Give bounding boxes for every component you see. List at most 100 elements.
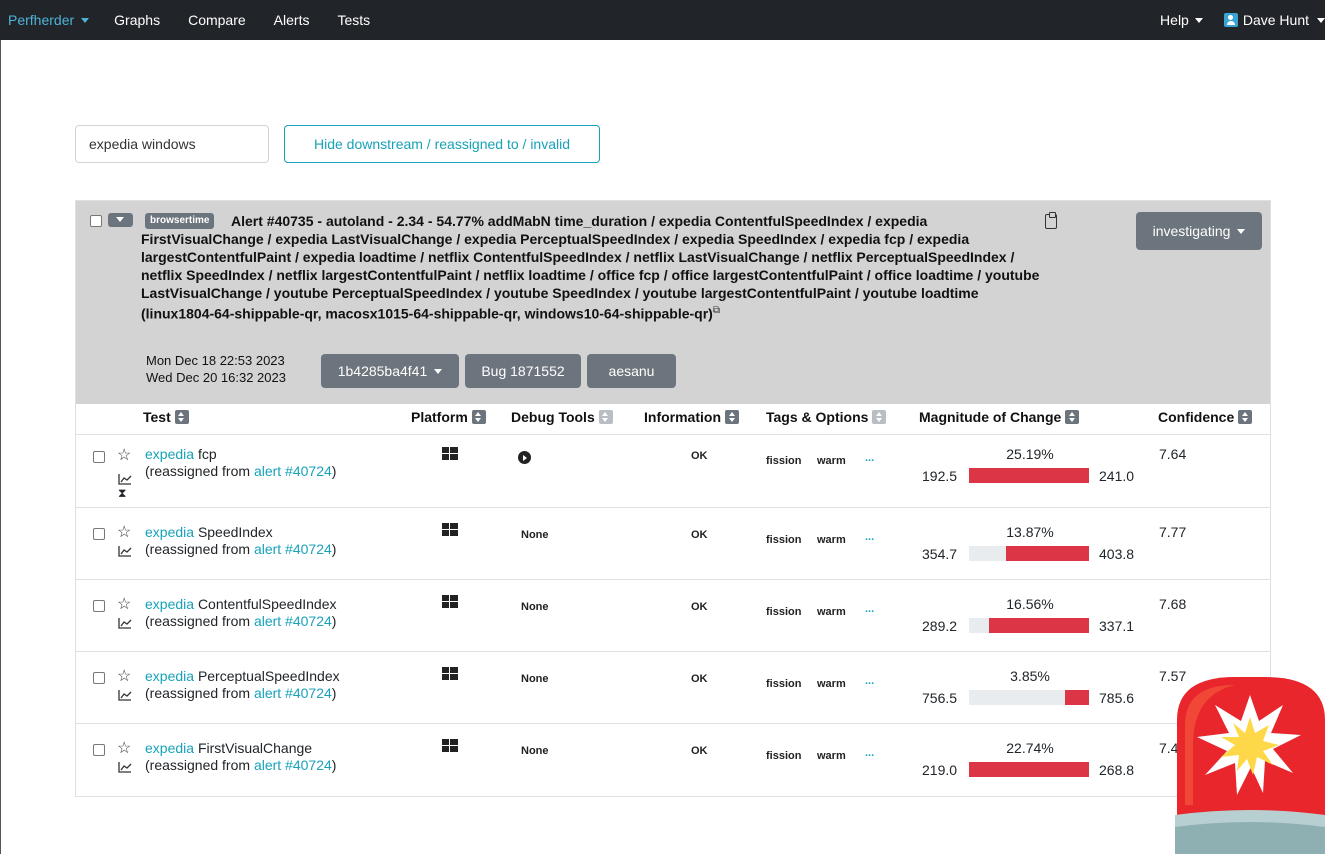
suite-link[interactable]: expedia bbox=[145, 446, 194, 462]
revision-dropdown[interactable]: 1b4285ba4f41 bbox=[321, 354, 459, 388]
test-name[interactable]: expedia SpeedIndex bbox=[145, 524, 273, 540]
reassigned-suffix: ) bbox=[331, 541, 337, 557]
nav-alerts[interactable]: Alerts bbox=[274, 12, 310, 28]
bug-button[interactable]: Bug 1871552 bbox=[465, 354, 581, 388]
nav-graphs[interactable]: Graphs bbox=[114, 12, 160, 28]
column-header-information-label: Information bbox=[644, 409, 721, 425]
more-tags-link[interactable]: ... bbox=[865, 452, 874, 464]
reassigned-alert-link[interactable]: alert #40724 bbox=[254, 613, 332, 629]
row-checkbox[interactable] bbox=[93, 528, 105, 540]
assignee-button[interactable]: aesanu bbox=[587, 354, 676, 388]
graph-icon[interactable] bbox=[118, 545, 132, 557]
graph-icon[interactable] bbox=[118, 473, 132, 485]
more-tags-link[interactable]: ... bbox=[865, 675, 874, 687]
column-header-information[interactable]: Information bbox=[644, 409, 739, 425]
chevron-down-icon bbox=[116, 217, 124, 222]
hide-downstream-button[interactable]: Hide downstream / reassigned to / invali… bbox=[284, 125, 600, 163]
reassigned-alert-link[interactable]: alert #40724 bbox=[254, 685, 332, 701]
more-tags-link[interactable]: ... bbox=[865, 531, 874, 543]
row-checkbox[interactable] bbox=[93, 672, 105, 684]
play-icon[interactable] bbox=[518, 451, 531, 464]
user-menu[interactable]: Dave Hunt bbox=[1223, 12, 1325, 28]
previous-value: 192.5 bbox=[922, 468, 958, 484]
alert-expand-toggle[interactable] bbox=[108, 213, 133, 227]
search-input[interactable] bbox=[75, 125, 269, 163]
test-name[interactable]: expedia ContentfulSpeedIndex bbox=[145, 596, 337, 612]
graph-icon[interactable] bbox=[118, 617, 132, 629]
nav-tests[interactable]: Tests bbox=[337, 12, 370, 28]
star-icon[interactable]: ☆ bbox=[117, 448, 131, 464]
brand-menu[interactable]: Perfherder bbox=[8, 12, 90, 28]
column-header-tags[interactable]: Tags & Options bbox=[766, 409, 887, 425]
clipboard-icon[interactable] bbox=[1045, 212, 1057, 229]
windows-icon bbox=[442, 595, 458, 609]
reassigned-prefix: (reassigned from bbox=[145, 685, 254, 701]
star-icon[interactable]: ☆ bbox=[117, 741, 131, 757]
new-value: 337.1 bbox=[1099, 618, 1135, 634]
star-icon[interactable]: ☆ bbox=[117, 597, 131, 613]
column-header-test-label: Test bbox=[143, 409, 171, 425]
windows-icon bbox=[442, 667, 458, 681]
suite-link[interactable]: expedia bbox=[145, 740, 194, 756]
sort-icon[interactable] bbox=[598, 410, 613, 424]
tag-warm: warm bbox=[817, 606, 846, 618]
graph-icon[interactable] bbox=[118, 761, 132, 773]
graph-icon[interactable] bbox=[118, 689, 132, 701]
alert-select-checkbox[interactable] bbox=[90, 215, 102, 227]
suite-link[interactable]: expedia bbox=[145, 524, 194, 540]
magnitude-bar bbox=[969, 690, 1089, 705]
info-status: OK bbox=[691, 450, 708, 462]
test-label: PerceptualSpeedIndex bbox=[197, 668, 340, 684]
suite-link[interactable]: expedia bbox=[145, 596, 194, 612]
suite-link[interactable]: expedia bbox=[145, 668, 194, 684]
magnitude-percent: 16.56% bbox=[1006, 596, 1054, 612]
sort-icon[interactable] bbox=[174, 410, 189, 424]
status-dropdown[interactable]: investigating bbox=[1136, 212, 1262, 250]
reassigned-alert-link[interactable]: alert #40724 bbox=[254, 541, 332, 557]
reassigned-alert-link[interactable]: alert #40724 bbox=[254, 757, 332, 773]
more-tags-link[interactable]: ... bbox=[865, 603, 874, 615]
alert-summary[interactable]: Alert #40735 - autoland - 2.34 - 54.77% … bbox=[141, 212, 1041, 323]
test-name[interactable]: expedia fcp bbox=[145, 446, 217, 462]
previous-value: 756.5 bbox=[922, 690, 958, 706]
reassigned-suffix: ) bbox=[331, 613, 337, 629]
magnitude-percent: 22.74% bbox=[1006, 740, 1054, 756]
row-checkbox[interactable] bbox=[93, 451, 105, 463]
tag-fission: fission bbox=[766, 678, 802, 690]
more-tags-link[interactable]: ... bbox=[865, 747, 874, 759]
sort-icon[interactable] bbox=[471, 410, 486, 424]
chevron-down-icon bbox=[1317, 17, 1325, 23]
column-header-debug-tools[interactable]: Debug Tools bbox=[511, 409, 613, 425]
column-header-platform[interactable]: Platform bbox=[411, 409, 486, 425]
test-name[interactable]: expedia FirstVisualChange bbox=[145, 740, 312, 756]
info-status: OK bbox=[691, 529, 708, 541]
reassigned-prefix: (reassigned from bbox=[145, 541, 254, 557]
sort-icon[interactable] bbox=[872, 410, 887, 424]
star-icon[interactable]: ☆ bbox=[117, 525, 131, 541]
help-label: Help bbox=[1160, 12, 1189, 28]
reassigned-alert-link[interactable]: alert #40724 bbox=[254, 463, 332, 479]
star-icon[interactable]: ☆ bbox=[117, 669, 131, 685]
external-link-icon[interactable]: ⧉ bbox=[713, 305, 720, 316]
hourglass-icon: ⧗ bbox=[118, 486, 127, 500]
magnitude-bar-fill bbox=[969, 468, 1089, 483]
sort-icon[interactable] bbox=[725, 410, 739, 424]
test-name[interactable]: expedia PerceptualSpeedIndex bbox=[145, 668, 340, 684]
nav-compare[interactable]: Compare bbox=[188, 12, 246, 28]
column-header-magnitude[interactable]: Magnitude of Change bbox=[919, 409, 1080, 425]
row-checkbox[interactable] bbox=[93, 744, 105, 756]
tag-fission: fission bbox=[766, 455, 802, 467]
row-checkbox[interactable] bbox=[93, 600, 105, 612]
reassigned-note: (reassigned from alert #40724) bbox=[145, 757, 336, 773]
help-menu[interactable]: Help bbox=[1160, 12, 1203, 28]
reassigned-note: (reassigned from alert #40724) bbox=[145, 685, 336, 701]
confidence-value: 7.68 bbox=[1159, 596, 1187, 612]
left-border bbox=[0, 40, 1, 854]
column-header-test[interactable]: Test bbox=[143, 409, 189, 425]
table-row: ☆ expedia ContentfulSpeedIndex (reassign… bbox=[76, 579, 1270, 651]
reassigned-suffix: ) bbox=[331, 757, 337, 773]
sort-icon[interactable] bbox=[1238, 410, 1253, 424]
column-header-confidence[interactable]: Confidence bbox=[1158, 409, 1253, 425]
magnitude-bar bbox=[969, 618, 1089, 633]
sort-icon[interactable] bbox=[1065, 410, 1080, 424]
